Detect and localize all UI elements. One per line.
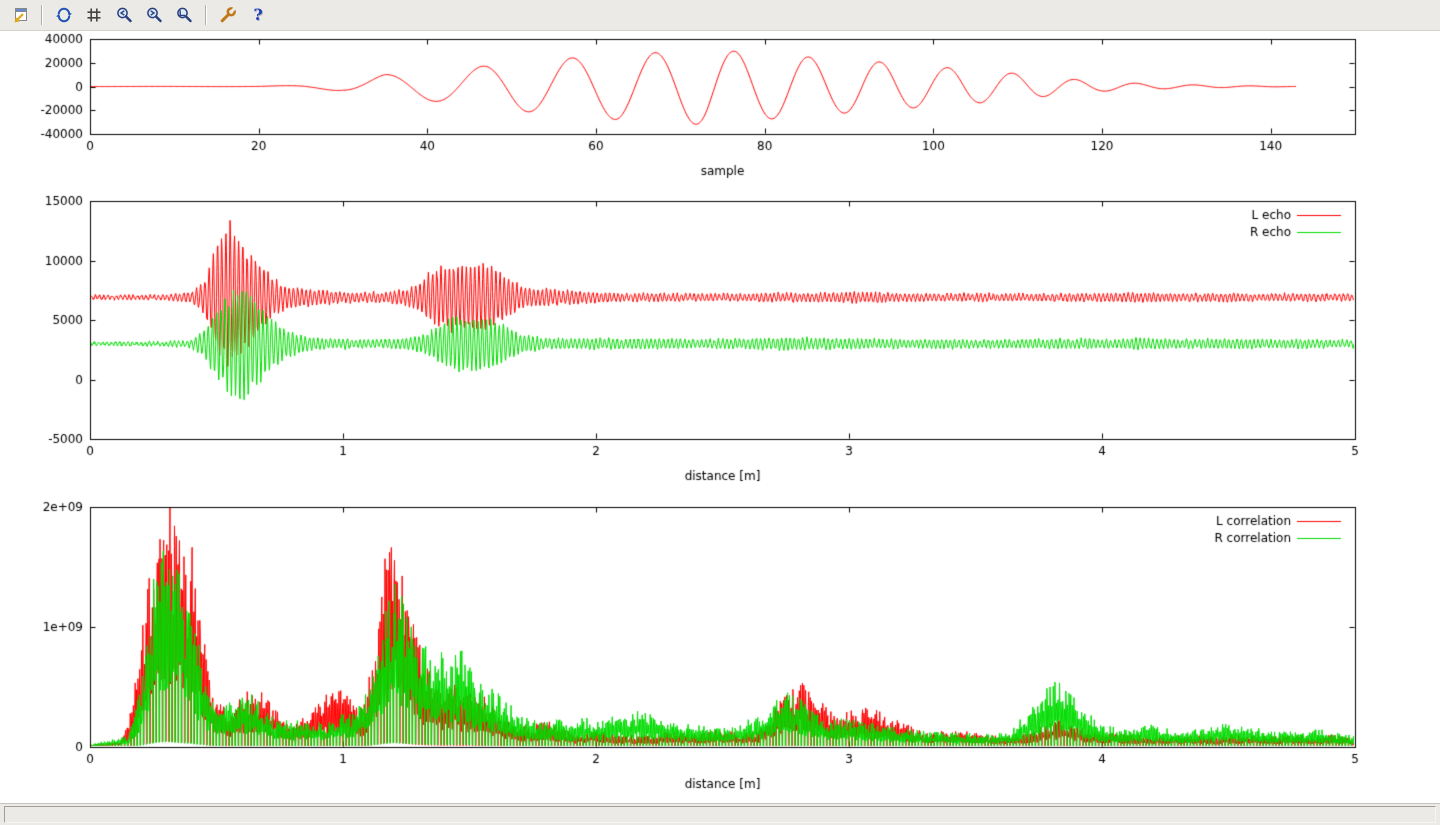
toolbar: ? <box>0 0 1440 31</box>
replot-button[interactable] <box>50 2 78 28</box>
plot-area <box>0 31 1440 803</box>
autoscale-icon <box>175 6 193 24</box>
toolbar-separator <box>41 5 43 25</box>
wrench-icon <box>219 6 237 24</box>
export-button[interactable] <box>6 2 34 28</box>
configure-button[interactable] <box>214 2 242 28</box>
plot-canvas[interactable] <box>0 31 1440 803</box>
zoom-previous-button[interactable] <box>110 2 138 28</box>
toggle-grid-button[interactable] <box>80 2 108 28</box>
status-text <box>4 806 1436 823</box>
refresh-icon <box>55 6 73 24</box>
zoom-next-button[interactable] <box>140 2 168 28</box>
toolbar-separator <box>205 5 207 25</box>
help-icon: ? <box>253 7 262 23</box>
status-bar <box>0 803 1440 825</box>
help-button[interactable]: ? <box>244 2 272 28</box>
zoom-next-icon <box>145 6 163 24</box>
grid-icon <box>85 6 103 24</box>
gnuplot-window: ? <box>0 0 1440 825</box>
export-icon <box>11 6 29 24</box>
autoscale-button[interactable] <box>170 2 198 28</box>
zoom-previous-icon <box>115 6 133 24</box>
